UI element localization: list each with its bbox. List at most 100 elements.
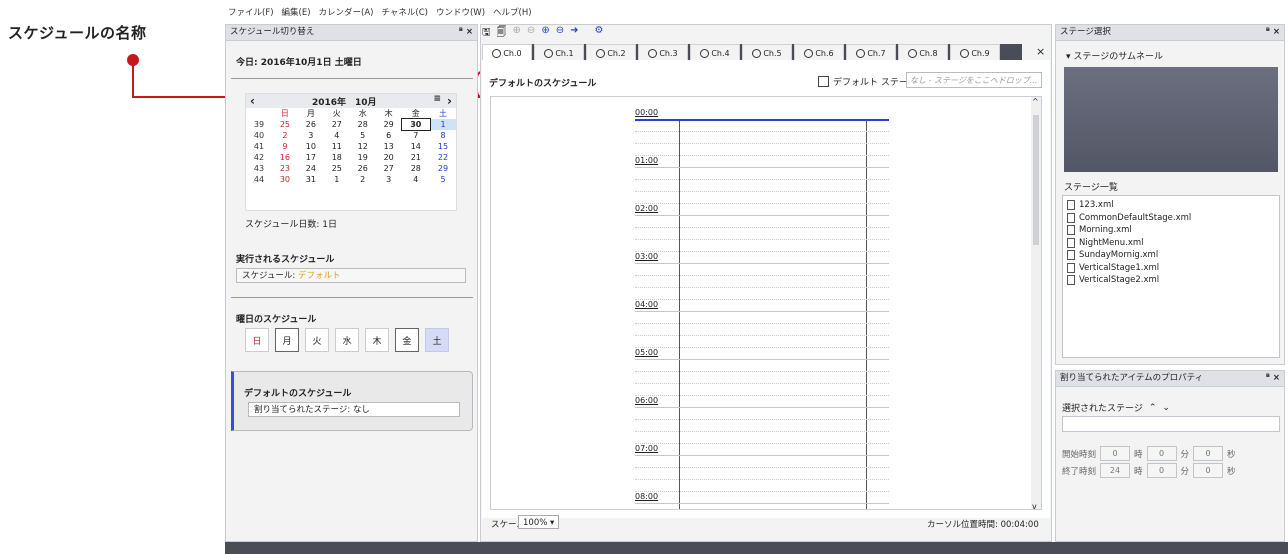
calendar-day[interactable]: 4 xyxy=(402,174,430,185)
calendar-day[interactable]: 26 xyxy=(298,119,324,130)
prev-month-button[interactable]: ‹ xyxy=(250,94,255,108)
calendar-day[interactable]: 19 xyxy=(350,152,376,163)
calendar-day[interactable]: 17 xyxy=(298,152,324,163)
list-item[interactable]: Morning.xml xyxy=(1067,224,1275,237)
add-icon[interactable]: ⊕ xyxy=(513,25,521,39)
calendar-day-today[interactable]: 30 xyxy=(400,118,431,131)
stage-list[interactable]: 123.xml CommonDefaultStage.xml Morning.x… xyxy=(1062,195,1280,358)
zoom-out-icon[interactable]: ⊖ xyxy=(556,25,564,39)
calendar-day[interactable]: 20 xyxy=(376,152,402,163)
calendar-day[interactable]: 31 xyxy=(298,174,324,185)
calendar-day[interactable]: 18 xyxy=(324,152,350,163)
list-item[interactable]: SundayMornig.xml xyxy=(1067,249,1275,262)
go-icon[interactable]: ➜ xyxy=(570,25,578,39)
calendar-day[interactable]: 23 xyxy=(272,163,298,174)
calendar-day[interactable]: 26 xyxy=(350,163,376,174)
start-minute-input[interactable]: 0 xyxy=(1146,446,1177,461)
calendar-day[interactable]: 22 xyxy=(430,152,456,163)
calendar-menu-icon[interactable]: ≡ xyxy=(434,94,442,108)
chevron-down-icon[interactable]: ⌄ xyxy=(1162,403,1170,413)
end-second-input[interactable]: 0 xyxy=(1193,463,1224,478)
calendar-day[interactable]: 16 xyxy=(272,152,298,163)
calendar-day[interactable]: 27 xyxy=(376,163,402,174)
list-item[interactable]: CommonDefaultStage.xml xyxy=(1067,212,1275,225)
calendar-day[interactable]: 14 xyxy=(402,141,430,152)
tab-ch0[interactable]: Ch.0 xyxy=(482,44,532,61)
calendar[interactable]: ‹ 2016年 10月 ≡ › 日 月 火 水 木 金 土 39 25 26 2… xyxy=(245,93,457,211)
calendar-day[interactable]: 29 xyxy=(376,119,402,130)
list-item[interactable]: NightMenu.xml xyxy=(1067,237,1275,250)
calendar-day[interactable]: 25 xyxy=(324,163,350,174)
start-second-input[interactable]: 0 xyxy=(1193,446,1224,461)
scroll-up-icon[interactable]: ^ xyxy=(1032,97,1039,106)
calendar-day[interactable]: 8 xyxy=(430,130,456,141)
weekday-button-sat[interactable]: 土 xyxy=(425,328,449,352)
list-item[interactable]: VerticalStage1.xml xyxy=(1067,262,1275,275)
default-stage-checkbox[interactable] xyxy=(818,76,829,87)
menu-window[interactable]: ウンドウ(W) xyxy=(436,6,485,20)
weekday-button-thu[interactable]: 木 xyxy=(365,328,389,352)
menu-help[interactable]: ヘルプ(H) xyxy=(493,6,532,20)
weekday-button-sun[interactable]: 日 xyxy=(245,328,269,352)
default-schedule-card[interactable]: デフォルトのスケジュール 割り当てられたステージ: なし xyxy=(231,371,473,431)
calendar-day[interactable]: 2 xyxy=(272,130,298,141)
panel-controls[interactable]: ᴮ × xyxy=(1266,371,1284,386)
calendar-day[interactable]: 28 xyxy=(402,163,430,174)
timeline[interactable]: ^ v 00:00 01:00 02:00 03:00 04:00 05:00 06:00 0… xyxy=(490,96,1042,510)
panel-controls[interactable]: ᴮ × xyxy=(459,25,477,40)
calendar-day[interactable]: 28 xyxy=(350,119,376,130)
weekday-button-tue[interactable]: 火 xyxy=(305,328,329,352)
calendar-day[interactable]: 7 xyxy=(402,130,430,141)
calendar-day[interactable]: 5 xyxy=(350,130,376,141)
weekday-button-fri[interactable]: 金 xyxy=(395,328,419,352)
end-hour-input[interactable]: 24 xyxy=(1100,463,1131,478)
weekday-button-wed[interactable]: 水 xyxy=(335,328,359,352)
minor-gridline xyxy=(635,203,889,204)
save-icon[interactable]: 🖫 xyxy=(482,25,491,39)
calendar-day[interactable]: 6 xyxy=(376,130,402,141)
scale-select[interactable]: 100% ▾ xyxy=(518,515,560,529)
calendar-day[interactable]: 12 xyxy=(350,141,376,152)
calendar-day[interactable]: 13 xyxy=(376,141,402,152)
calendar-day[interactable]: 25 xyxy=(272,119,298,130)
settings-icon[interactable]: ⚙ xyxy=(594,25,603,39)
start-hour-input[interactable]: 0 xyxy=(1100,446,1131,461)
calendar-day[interactable]: 1 xyxy=(324,174,350,185)
weekday-button-mon[interactable]: 月 xyxy=(275,328,299,352)
close-tab-button[interactable]: × xyxy=(1036,45,1045,58)
calendar-day[interactable]: 3 xyxy=(298,130,324,141)
menu-calendar[interactable]: カレンダー(A) xyxy=(319,6,374,20)
timeline-scrollbar[interactable]: ^ v xyxy=(1031,97,1041,509)
calendar-day[interactable]: 4 xyxy=(324,130,350,141)
next-month-button[interactable]: › xyxy=(447,94,452,108)
scroll-down-icon[interactable]: v xyxy=(1032,502,1037,509)
calendar-day[interactable]: 15 xyxy=(430,141,456,152)
calendar-day[interactable]: 27 xyxy=(324,119,350,130)
thumbnail-header[interactable]: ▾ ステージのサムネール xyxy=(1066,49,1163,62)
remove-icon[interactable]: ⊖ xyxy=(527,25,535,39)
calendar-day[interactable]: 10 xyxy=(298,141,324,152)
scrollbar-thumb[interactable] xyxy=(1033,115,1039,245)
calendar-day[interactable]: 30 xyxy=(272,174,298,185)
calendar-day[interactable]: 3 xyxy=(376,174,402,185)
menu-file[interactable]: ファイル(F) xyxy=(228,6,274,20)
list-item[interactable]: 123.xml xyxy=(1067,199,1275,212)
chevron-up-icon[interactable]: ⌃ xyxy=(1149,403,1157,413)
menu-channel[interactable]: チャネル(C) xyxy=(382,6,428,20)
calendar-day[interactable]: 5 xyxy=(430,174,456,185)
calendar-day[interactable]: 9 xyxy=(272,141,298,152)
calendar-day[interactable]: 2 xyxy=(350,174,376,185)
calendar-day[interactable]: 11 xyxy=(324,141,350,152)
save-all-icon[interactable]: 🗐 xyxy=(497,25,507,39)
tab-label: Ch.4 xyxy=(711,48,730,58)
stage-drop-field[interactable]: なし - ステージをここへドロップ... xyxy=(906,72,1042,88)
panel-controls[interactable]: ᴮ × xyxy=(1266,25,1284,40)
calendar-day[interactable]: 29 xyxy=(430,163,456,174)
zoom-in-icon[interactable]: ⊕ xyxy=(541,25,549,39)
list-item[interactable]: VerticalStage2.xml xyxy=(1067,274,1275,287)
calendar-day[interactable]: 24 xyxy=(298,163,324,174)
end-minute-input[interactable]: 0 xyxy=(1146,463,1177,478)
menu-edit[interactable]: 編集(E) xyxy=(282,6,311,20)
calendar-day[interactable]: 21 xyxy=(402,152,430,163)
calendar-day-selected[interactable]: 1 xyxy=(429,119,456,130)
